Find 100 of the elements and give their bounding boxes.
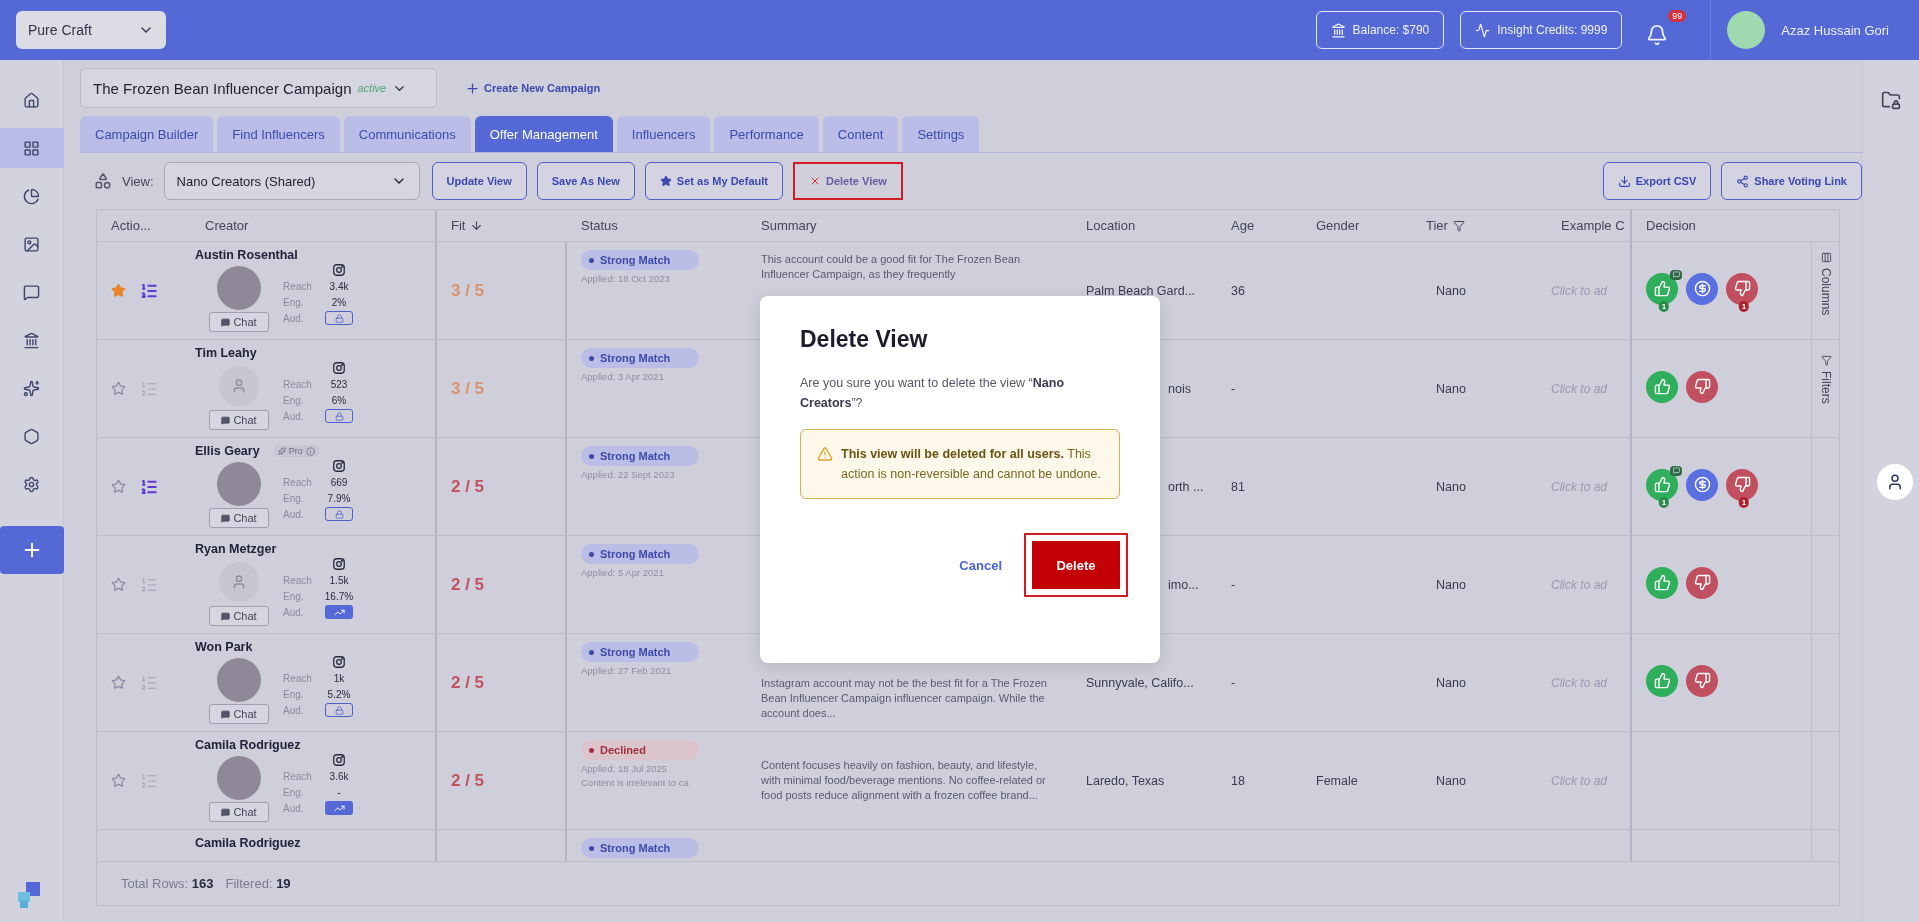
column-header[interactable]: Status: [567, 210, 747, 241]
chat-button[interactable]: Chat: [209, 704, 269, 724]
audience-lock-button[interactable]: [325, 507, 353, 521]
plus-icon: [465, 80, 480, 96]
chat-button[interactable]: Chat: [209, 410, 269, 430]
tab[interactable]: Communications: [343, 116, 471, 152]
column-header[interactable]: Actio...: [97, 210, 191, 241]
star-icon[interactable]: [111, 577, 126, 592]
filtered-rows-text: Filtered: 19: [225, 876, 291, 891]
count-badge: 1: [1658, 300, 1670, 312]
warning-text: This view will be deleted for all users. This action is non-reversible and cannot be undone.: [841, 446, 1102, 483]
folder-lock-icon[interactable]: [1881, 90, 1901, 110]
sparkles-icon: [23, 379, 40, 397]
thumbs-down-icon: [1693, 574, 1711, 591]
export-button[interactable]: Export CSV: [1602, 162, 1712, 200]
stat-value: 669: [329, 476, 349, 488]
column-header[interactable]: Gender: [1302, 210, 1412, 241]
audience-chart-button[interactable]: [325, 801, 353, 815]
tab[interactable]: Influencers: [616, 116, 711, 152]
audience-lock-button[interactable]: [325, 409, 353, 423]
column-header[interactable]: Location: [1072, 210, 1217, 241]
tab[interactable]: Settings: [902, 116, 980, 152]
chat-button[interactable]: Chat: [209, 802, 269, 822]
filters-button[interactable]: Filters: [1819, 355, 1833, 405]
location-text: orth ...: [1168, 479, 1204, 494]
column-header[interactable]: Decision: [1632, 210, 1812, 241]
status-badge: Strong Match: [581, 446, 699, 466]
tab[interactable]: Performance: [714, 116, 819, 152]
image-icon: [23, 235, 40, 253]
grid-nav-item[interactable]: [0, 128, 64, 168]
column-header[interactable]: Tier: [1412, 210, 1547, 241]
notifications-button[interactable]: 99: [1646, 10, 1687, 50]
instagram-icon: [332, 263, 346, 277]
campaign-select[interactable]: The Frozen Bean Influencer Campaign active: [80, 68, 437, 108]
create-campaign-link[interactable]: Create New Campaign: [459, 79, 607, 97]
dialog-title: Delete View: [800, 326, 929, 353]
workspace-select[interactable]: Pure Craft: [16, 11, 166, 49]
toolbar-button[interactable]: Set as My Default: [644, 162, 783, 200]
stat-label: Eng.: [283, 786, 305, 798]
credits-button[interactable]: Insight Credits: 9999: [1460, 11, 1623, 49]
stat-label: Reach: [283, 672, 313, 684]
column-header[interactable]: Summary: [747, 210, 1072, 241]
tab[interactable]: Content: [822, 116, 899, 152]
list-icon[interactable]: [140, 477, 158, 496]
thumbs-down-icon: [1733, 280, 1751, 297]
star-icon[interactable]: [111, 773, 126, 788]
column-header[interactable]: Creator: [191, 210, 437, 241]
person-icon: [231, 574, 247, 590]
audience-lock-button[interactable]: [325, 311, 353, 325]
columns-button[interactable]: Columns: [1819, 252, 1833, 316]
fit-score: 2 / 5: [451, 574, 485, 595]
star-icon[interactable]: [111, 479, 126, 494]
audience-chart-button[interactable]: [325, 605, 353, 619]
thumbs-up-icon: [1653, 672, 1671, 689]
stat-label: Aud.: [283, 312, 305, 324]
tab[interactable]: Find Influencers: [217, 116, 340, 152]
status-badge: Strong Match: [581, 348, 699, 368]
audience-lock-button[interactable]: [325, 703, 353, 717]
tab[interactable]: Campaign Builder: [80, 116, 214, 152]
creator-name: Camila Rodriguez: [195, 836, 301, 850]
chat-icon: [221, 807, 231, 817]
share-button[interactable]: Share Voting Link: [1721, 162, 1862, 200]
count-badge: 1: [1658, 496, 1670, 508]
add-button[interactable]: [0, 526, 64, 574]
fit-score: 2 / 5: [451, 770, 485, 791]
delete-button[interactable]: Delete: [1024, 533, 1128, 597]
chat-button[interactable]: Chat: [209, 508, 269, 528]
person-icon: [231, 378, 247, 394]
chat-button[interactable]: Chat: [209, 606, 269, 626]
lock-icon: [334, 411, 344, 421]
toolbar-button[interactable]: Save As New: [536, 162, 635, 200]
view-select[interactable]: Nano Creators (Shared): [163, 162, 420, 200]
cancel-button[interactable]: Cancel: [953, 556, 1008, 574]
column-header[interactable]: Example C: [1547, 210, 1632, 241]
thumbs-up-icon: [1653, 378, 1671, 395]
stat-label: Reach: [283, 574, 313, 586]
tab[interactable]: Offer Management: [474, 116, 613, 152]
instagram-icon: [332, 753, 346, 767]
star-icon[interactable]: [111, 381, 126, 396]
lock-icon: [334, 313, 344, 323]
toolbar-button[interactable]: Update View: [431, 162, 527, 200]
user-avatar[interactable]: [1727, 11, 1766, 49]
thumbs-down-icon: [1693, 672, 1711, 689]
balance-button[interactable]: Balance: $790: [1315, 11, 1445, 49]
star-icon[interactable]: [111, 675, 126, 690]
status-badge: Declined: [581, 740, 699, 760]
column-header[interactable]: Age: [1217, 210, 1302, 241]
chat-button[interactable]: Chat: [209, 312, 269, 332]
column-header[interactable]: Fit: [437, 210, 567, 241]
delete-view-button[interactable]: Delete View: [792, 162, 903, 200]
thumbs-down-icon: [1693, 378, 1711, 395]
stat-label: Reach: [283, 378, 313, 390]
stat-label: Aud.: [283, 704, 305, 716]
download-icon: [1617, 174, 1631, 188]
stat-label: Aud.: [283, 606, 305, 618]
list-icon[interactable]: [140, 281, 158, 300]
share-icon: [1736, 174, 1750, 188]
stat-value: 16.7%: [323, 590, 355, 602]
star-icon[interactable]: [111, 283, 126, 298]
thumbs-up-icon: [1653, 280, 1671, 297]
